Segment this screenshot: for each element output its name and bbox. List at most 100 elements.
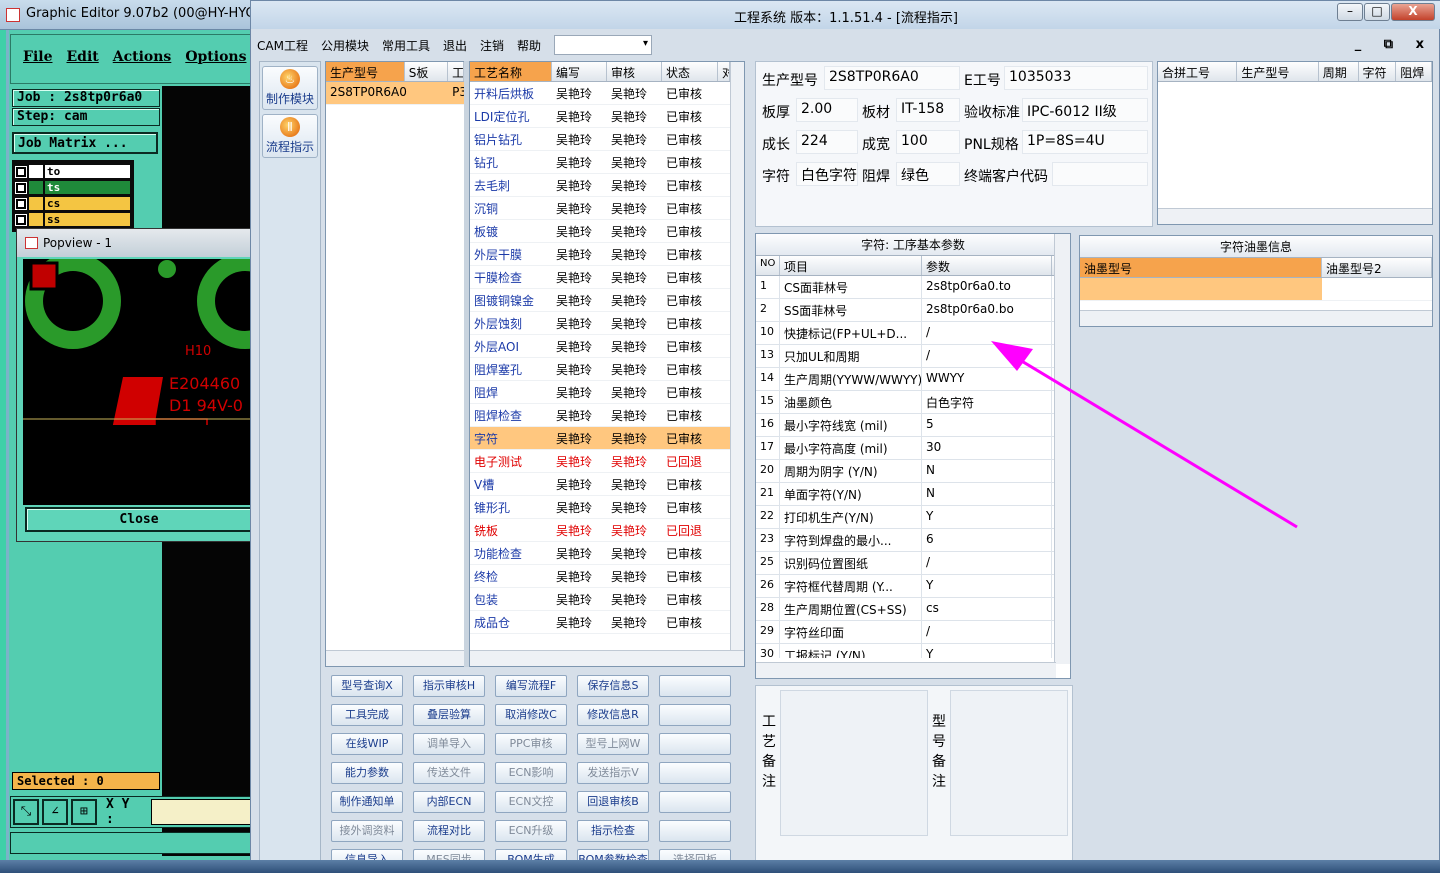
mdi-controls[interactable]: _ ⧉ x [1355,37,1433,52]
minimize-button[interactable]: – [1337,3,1363,21]
table-row[interactable]: 开料后烘板 吴艳玲 吴艳玲 已审核 [470,82,744,105]
action-button[interactable]: ECN升级 [495,820,567,842]
field-legend[interactable]: 白色字符 [796,162,858,186]
field-thickness[interactable]: 2.00 [796,98,858,122]
field-model[interactable]: 2S8TP0R6A0 [824,66,960,90]
action-button[interactable] [659,675,731,697]
nav-flow-guide[interactable]: Ⅱ 流程指示 [262,114,318,158]
nav-make-module[interactable]: ♨ 制作模块 [262,66,318,110]
action-button[interactable]: 指示检查 [577,820,649,842]
menu-logout[interactable]: 注销 [480,37,504,54]
action-button[interactable]: 修改信息R [577,704,649,726]
popview-close-button[interactable]: Close [25,507,253,532]
action-button[interactable]: 流程对比 [413,820,485,842]
action-button[interactable]: 在线WIP [331,733,403,755]
table-row[interactable]: 板镀 吴艳玲 吴艳玲 已审核 [470,220,744,243]
col-status[interactable]: 状态 [662,62,718,81]
layer-checkbox[interactable] [16,198,26,209]
merge-hscroll[interactable] [1158,208,1432,224]
layer-row[interactable]: to [16,164,130,179]
measure-icon[interactable]: ∠ [41,799,68,825]
col-reviewer[interactable]: 审核 [607,62,662,81]
field-width[interactable]: 100 [896,130,960,154]
action-button[interactable] [659,733,731,755]
action-button[interactable] [659,762,731,784]
table-row[interactable]: 终检 吴艳玲 吴艳玲 已审核 [470,565,744,588]
table-row[interactable]: LDI定位孔 吴艳玲 吴艳玲 已审核 [470,105,744,128]
table-row[interactable]: 1 CS面菲林号 2s8tp0r6a0.to [756,276,1070,299]
action-button[interactable]: 发送指示V [577,762,649,784]
table-row[interactable]: 外层蚀刻 吴艳玲 吴艳玲 已审核 [470,312,744,335]
col-model[interactable]: 生产型号 [326,62,405,81]
table-row[interactable]: 26 字符框代替周期 (Y... Y [756,575,1070,598]
menu-options[interactable]: Options [185,49,246,65]
table-row[interactable]: 沉铜 吴艳玲 吴艳玲 已审核 [470,197,744,220]
col-merge-mask[interactable]: 阻焊 [1396,62,1432,81]
action-button[interactable]: ECN文控 [495,791,567,813]
menu-file[interactable]: File [23,49,52,65]
table-row[interactable]: 28 生产周期位置(CS+SS) cs [756,598,1070,621]
model-notes-input[interactable] [950,690,1068,836]
col-ink-model2[interactable]: 油墨型号2 [1322,258,1432,277]
field-standard[interactable]: IPC-6012 II级 [1022,98,1148,122]
action-button[interactable]: 接外调资料 [331,820,403,842]
field-mask[interactable]: 绿色 [896,162,960,186]
table-row[interactable]: 铣板 吴艳玲 吴艳玲 已回退 [470,519,744,542]
grid-icon[interactable]: ⊞ [70,799,97,825]
table-row[interactable]: 铝片钻孔 吴艳玲 吴艳玲 已审核 [470,128,744,151]
table-row[interactable]: 成品仓 吴艳玲 吴艳玲 已审核 [470,611,744,634]
process-hscroll[interactable] [470,650,744,666]
col-merge-cycle[interactable]: 周期 [1319,62,1359,81]
col-process[interactable]: 工艺名称 [470,62,552,81]
col-item[interactable]: 项目 [780,256,922,275]
action-button[interactable]: 回退审核B [577,791,649,813]
table-row[interactable]: 去毛刺 吴艳玲 吴艳玲 已审核 [470,174,744,197]
action-button[interactable]: 内部ECN [413,791,485,813]
table-row[interactable]: 钻孔 吴艳玲 吴艳玲 已审核 [470,151,744,174]
table-row[interactable]: 29 字符丝印面 / [756,621,1070,644]
table-row[interactable]: 图镀铜镍金 吴艳玲 吴艳玲 已审核 [470,289,744,312]
action-button[interactable]: 能力参数 [331,762,403,784]
col-extra[interactable]: 对 [718,62,730,81]
process-notes-input[interactable] [780,690,928,836]
col-writer[interactable]: 编写 [552,62,607,81]
menu-actions[interactable]: Actions [113,49,172,65]
col-merge-id[interactable]: 合拼工号 [1158,62,1238,81]
action-button[interactable]: 调单导入 [413,733,485,755]
action-button[interactable]: 制作通知单 [331,791,403,813]
layer-row[interactable]: ss [16,212,130,227]
params-hscroll[interactable] [756,662,1056,678]
menu-exit[interactable]: 退出 [443,37,467,54]
table-row[interactable]: 功能检查 吴艳玲 吴艳玲 已审核 [470,542,744,565]
table-row[interactable]: 外层干膜 吴艳玲 吴艳玲 已审核 [470,243,744,266]
action-button[interactable]: 型号上网W [577,733,649,755]
table-row[interactable]: 阻焊 吴艳玲 吴艳玲 已审核 [470,381,744,404]
layer-checkbox[interactable] [16,214,26,225]
field-customer[interactable] [1052,162,1148,186]
close-button[interactable]: X [1391,3,1435,21]
action-button[interactable]: 工具完成 [331,704,403,726]
field-eid[interactable]: 1035033 [1004,66,1148,90]
model-grid-hscroll[interactable] [326,650,464,666]
table-row[interactable]: 电子测试 吴艳玲 吴艳玲 已回退 [470,450,744,473]
action-button[interactable]: 传送文件 [413,762,485,784]
field-pnl[interactable]: 1P=8S=4U [1022,130,1148,154]
table-row[interactable]: 锥形孔 吴艳玲 吴艳玲 已审核 [470,496,744,519]
xy-input[interactable] [151,799,251,825]
table-row[interactable]: 干膜检查 吴艳玲 吴艳玲 已审核 [470,266,744,289]
menu-help[interactable]: 帮助 [517,37,541,54]
menu-combo-box[interactable] [554,35,653,55]
action-button[interactable]: PPC审核 [495,733,567,755]
table-row[interactable]: 30 工报标记 (Y/N) Y [756,644,1070,658]
table-row[interactable]: 25 识别码位置图纸 / [756,552,1070,575]
table-row[interactable]: 阻焊检查 吴艳玲 吴艳玲 已审核 [470,404,744,427]
table-row[interactable]: 包装 吴艳玲 吴艳玲 已审核 [470,588,744,611]
table-row[interactable]: 2 SS面菲林号 2s8tp0r6a0.bo [756,299,1070,322]
layer-checkbox[interactable] [16,182,26,193]
zoom-box-icon[interactable]: ⤡ [13,799,39,825]
table-row[interactable]: 2S8TP0R6A0 P3 [326,82,464,105]
col-merge-model[interactable]: 生产型号 [1237,62,1319,81]
col-work[interactable]: 工 [448,62,464,81]
process-vscroll[interactable] [730,62,744,652]
table-row[interactable]: 阻焊塞孔 吴艳玲 吴艳玲 已审核 [470,358,744,381]
